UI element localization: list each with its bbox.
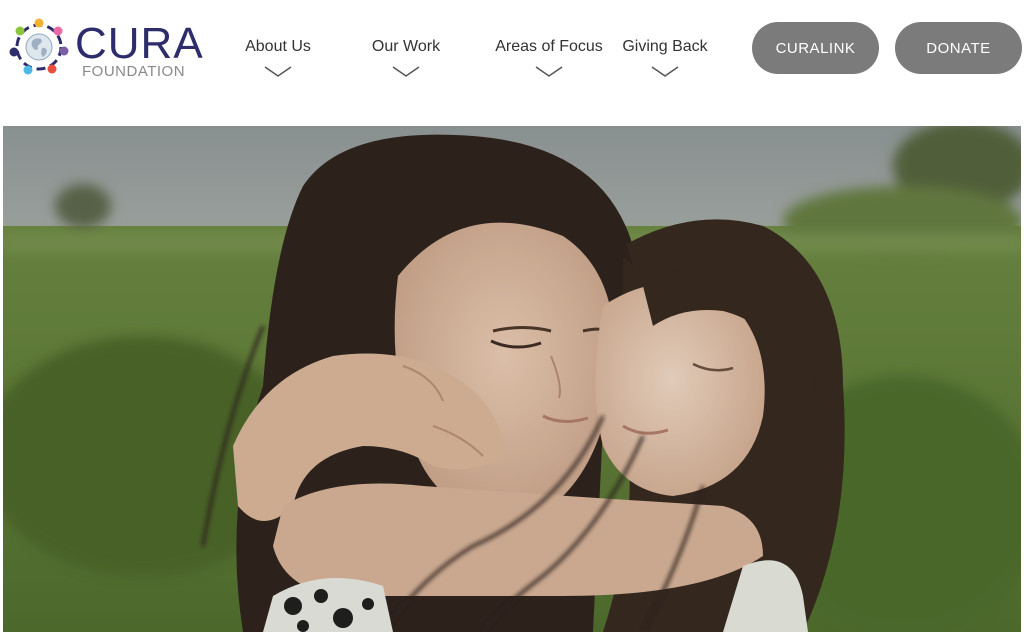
brand-subtitle: FOUNDATION [82,63,186,80]
nav-areas-of-focus[interactable]: Areas of Focus [495,36,603,86]
hero-image [3,126,1021,632]
site-header: CURA FOUNDATION About Us Our Work Areas … [0,0,1024,126]
chevron-down-icon [651,66,679,77]
hero-photo [3,126,1021,632]
nav-our-work[interactable]: Our Work [369,36,443,86]
logo-mark-icon [9,18,69,75]
chevron-down-icon [264,66,292,77]
cura-foundation-logo[interactable]: CURA FOUNDATION [8,14,203,84]
brand-name: CURA [75,19,204,68]
donate-button[interactable]: DONATE [895,22,1022,74]
nav-label: Our Work [371,38,441,55]
nav-about-us[interactable]: About Us [242,36,314,86]
nav-label: About Us [245,38,311,55]
chevron-down-icon [392,66,420,77]
nav-giving-back[interactable]: Giving Back [622,36,708,86]
nav-label: Areas of Focus [495,38,603,55]
nav-label: Giving Back [622,38,708,55]
curalink-button[interactable]: CURALINK [752,22,879,74]
page: CURA FOUNDATION About Us Our Work Areas … [0,0,1024,632]
chevron-down-icon [535,66,563,77]
